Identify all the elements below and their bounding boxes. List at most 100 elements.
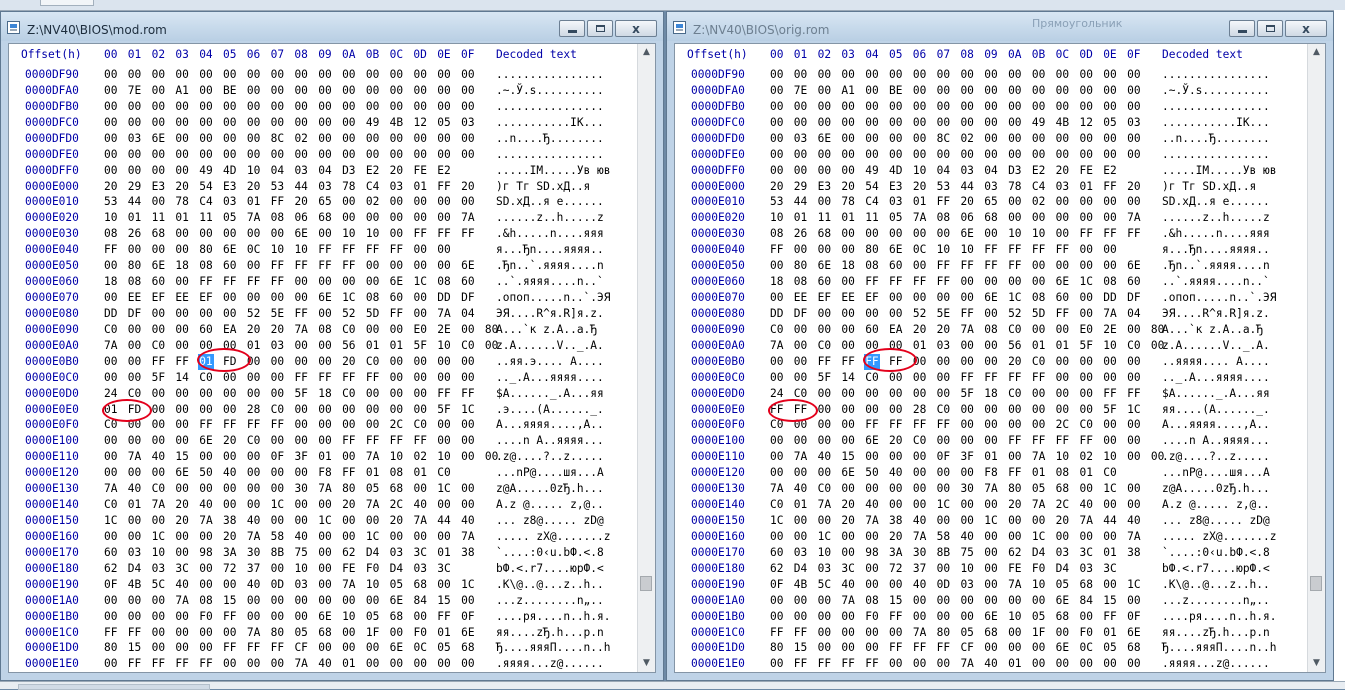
minimize-button[interactable] [559,20,585,37]
offset-cell: 0000E1A0 [25,593,79,607]
decoded-text-cell: ... z8@..... zD@ [496,514,604,528]
scroll-up-arrow-icon[interactable]: ▲ [638,44,655,61]
app-icon [7,21,20,34]
decoded-text-cell: Ђ....яяяП....n..h [496,641,611,655]
red-circle-annotation [863,347,917,372]
hex-editor-window-mod[interactable]: Z:\NV40\BIOS\mod.rom x Offset(h) 00 01 02 03… [0,11,664,681]
decoded-text-cell: z.А......V.._.А. [496,338,604,352]
window-title: Z:\NV40\BIOS\orig.rom [693,23,830,37]
offset-cell: 0000E1B0 [25,609,79,623]
close-button[interactable]: x [615,20,657,37]
offset-cell: 0000E0A0 [25,338,79,352]
byte-column-header: 09 [984,48,998,61]
decoded-text-cell: ...nP@....шя...А [496,466,604,480]
hex-bytes-cell: 00 03 6E 00 00 00 00 8C 02 00 00 00 00 0… [770,131,1141,145]
offset-cell: 0000E130 [25,482,79,496]
close-button[interactable]: x [1285,20,1327,37]
decoded-text-cell: ..n....Ђ........ [496,131,604,145]
scroll-down-arrow-icon[interactable]: ▼ [638,655,655,672]
decoded-text-cell: bФ.<.r7....юрФ.< [1162,561,1270,575]
decoded-text-cell: ... z8@..... zD@ [1162,514,1270,528]
hex-bytes-cell: 00 00 1C 00 00 20 7A 58 40 00 00 1C 00 0… [770,529,1141,543]
window-title-bar[interactable]: Z:\NV40\BIOS\mod.rom x [1,12,663,41]
minimize-icon [1238,30,1247,33]
decoded-text-cell: я...Ђn....яяяя.. [496,243,604,257]
vertical-scrollbar[interactable]: ▲ ▼ [637,44,655,672]
hex-bytes-cell: 00 FF FF FF FF 00 00 00 7A 40 01 00 00 0… [770,657,1141,671]
offset-cell: 0000E060 [25,275,79,289]
byte-column-header: 00 [770,48,784,61]
offset-cell: 0000E1E0 [25,657,79,671]
decoded-text-cell: А...яяяя....,А.. [496,418,604,432]
hex-bytes-cell: 00 00 00 00 F0 FF 00 00 00 6E 10 05 68 0… [770,609,1141,623]
hex-view[interactable]: Offset(h) 00 01 02 03 04 05 06 07 08 09 0A 0B 0C 0D 0E 0… [674,43,1326,673]
decoded-text-cell: z@А.....0zЂ.h... [1162,482,1270,496]
hex-bytes-cell: 00 00 00 00 6E 20 C0 00 00 00 FF FF FF F… [770,434,1141,448]
hex-bytes-cell: 00 00 5F 14 C0 00 00 00 FF FF FF FF 00 0… [770,370,1141,384]
byte-column-header: 06 [912,48,927,61]
hex-bytes-cell: 00 00 00 00 00 00 00 00 00 00 00 49 4B 1… [770,115,1141,129]
scroll-thumb[interactable] [1310,576,1322,591]
vertical-scrollbar[interactable]: ▲ ▼ [1307,44,1325,672]
offset-cell: 0000DF90 [25,68,79,81]
byte-column-header: 0E [1103,48,1117,61]
decoded-text-cell: .._.А...яяяя.... [496,370,604,384]
decoded-text-cell: яя....zЂ.h...р.n [496,625,604,639]
decoded-text-cell: ...........IK... [496,115,604,129]
scroll-down-arrow-icon[interactable]: ▼ [1308,655,1325,672]
offset-cell: 0000E140 [691,498,745,512]
hex-bytes-cell: 0F 4B 5C 40 00 00 40 0D 03 00 7A 10 05 6… [104,577,475,591]
byte-column-header: 0D [1079,48,1093,61]
decoded-text-cell: .э....(А......_. [496,402,604,416]
offset-cell: 0000DFF0 [25,163,79,177]
minimize-button[interactable] [1229,20,1255,37]
byte-column-header: 09 [318,48,332,61]
hex-bytes-cell: 7A 40 C0 00 00 00 00 00 30 7A 80 05 68 0… [770,482,1141,496]
maximize-button[interactable] [1257,20,1283,37]
offset-cell: 0000E1E0 [691,657,745,671]
decoded-text-cell: ....ря....n..h.я. [1162,609,1277,623]
hex-bytes-cell: 00 00 00 00 00 00 00 00 00 00 00 49 4B 1… [104,115,475,129]
scroll-thumb[interactable] [640,576,652,591]
offset-cell: 0000E170 [691,545,745,559]
offset-cell: 0000E0F0 [25,418,79,432]
decoded-text-cell: z.А......V.._.А. [1162,338,1270,352]
offset-cell: 0000E0A0 [691,338,745,352]
decoded-text-cell: ...z........n„.. [1162,593,1270,607]
background-tab-fragment [40,0,94,6]
byte-column-header: 0A [1008,48,1022,61]
decoded-text-cell: )г Tг SD.xД..я [496,179,591,193]
hex-bytes-cell: 00 00 FF FF 01 FD 00 00 00 00 20 C0 00 0… [104,354,475,368]
hex-bytes-cell: C0 00 00 00 FF FF FF FF 00 00 00 00 2C C… [770,418,1141,432]
decoded-text-cell: ...nP@....шя...А [1162,466,1270,480]
hex-bytes-cell: 20 29 E3 20 54 E3 20 53 44 03 78 C4 03 0… [104,179,475,193]
background-tooltip-text: Прямоугольник [1032,17,1123,30]
byte-column-header: 0B [1031,48,1046,61]
decoded-text-cell: А...яяяя....,А.. [1162,418,1270,432]
decoded-text-cell: bФ.<.r7....юрФ.< [496,561,604,575]
offset-cell: 0000E190 [25,577,79,591]
decoded-text-cell: А.z @..... z,@.. [1162,498,1270,512]
scroll-up-arrow-icon[interactable]: ▲ [1308,44,1325,61]
offset-cell: 0000E1C0 [25,625,79,639]
hex-bytes-cell: 10 01 11 01 11 05 7A 08 06 68 00 00 00 0… [104,211,475,225]
red-circle-annotation [768,398,818,422]
decoded-text-cell: ЭЯ....R^я.R]я.z. [1162,306,1270,320]
offset-cell: 0000E150 [25,514,79,528]
decoded-text-cell: ..яяяя.... А.... [1162,354,1270,368]
decoded-text-cell: А...`к z.А..а.Ђ [1162,322,1264,336]
decoded-text-cell: ..... zX@.......z [496,529,611,543]
hex-bytes-cell: 00 00 00 6E 50 40 00 00 00 F8 FF 01 08 0… [104,466,451,480]
hex-bytes-cell: FF 00 00 00 80 6E 0C 10 10 FF FF FF FF 0… [770,243,1117,257]
hex-bytes-cell: 18 08 60 00 FF FF FF FF 00 00 00 00 6E 1… [104,275,475,289]
window-title: Z:\NV40\BIOS\mod.rom [27,23,167,37]
byte-column-header: 07 [936,48,951,61]
hex-view[interactable]: Offset(h) 00 01 02 03 04 05 06 07 08 09 0A 0B 0C 0D 0E 0… [8,43,656,673]
hex-bytes-cell: 00 80 6E 18 08 60 00 FF FF FF FF 00 00 0… [770,259,1141,273]
offset-cell: 0000E090 [691,322,745,336]
maximize-button[interactable] [587,20,613,37]
hex-editor-window-orig[interactable]: Z:\NV40\BIOS\orig.rom Прямоугольник x Of… [666,11,1334,681]
offset-cell: 0000DFE0 [25,147,79,161]
window-title-bar[interactable]: Z:\NV40\BIOS\orig.rom Прямоугольник x [667,12,1333,41]
decoded-text-cell: ....ря....n..h.я. [496,609,611,623]
